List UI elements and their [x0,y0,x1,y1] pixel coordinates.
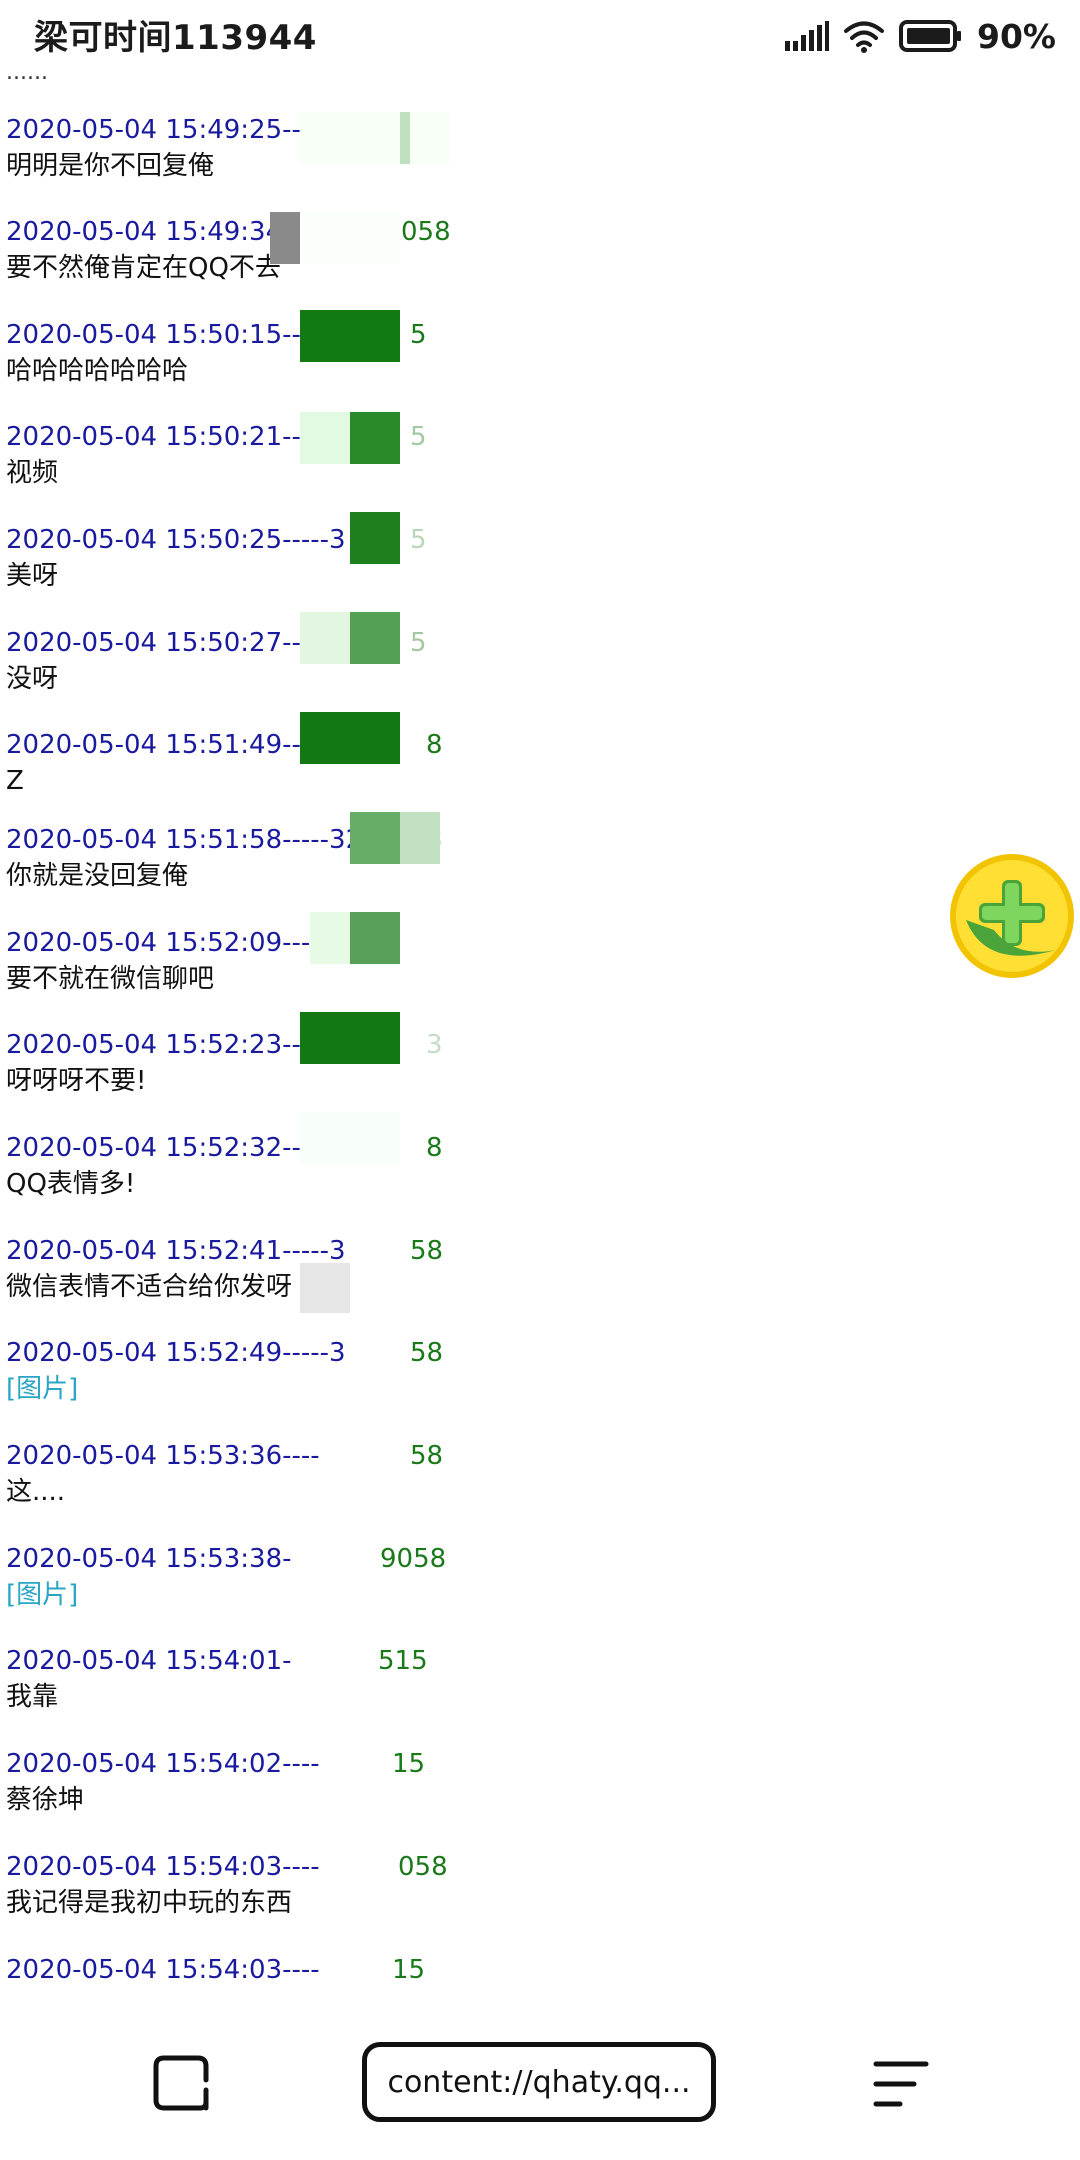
message-item: 2020-05-04 15:52:41-----3 58 微信表情不适合给你发呀 [6,1234,446,1306]
redaction-mosaic [300,212,400,264]
picture-link[interactable]: [图片] [6,1370,446,1408]
tabs-icon [150,2052,212,2114]
message-qq: 15 [392,1747,425,1781]
message-meta: 2020-05-04 15:54:03---- 15 [6,1953,446,1987]
message-qq: 515 [378,1644,428,1678]
message-qq: 15 [392,1953,425,1987]
message-time: 2020-05-04 15:50:25-----3 [6,525,346,555]
redaction-mosaic [350,612,400,664]
redaction-mosaic [350,512,400,564]
redaction-mosaic [300,412,350,464]
redaction-mosaic [300,112,450,164]
redaction-mosaic [270,212,300,264]
message-time: 2020-05-04 15:50:21-----3 [6,422,346,452]
bottom-toolbar: content://qhaty.qq... [0,2002,1080,2160]
message-time: 2020-05-04 15:54:02---- [6,1749,320,1779]
message-time: 2020-05-04 15:49:25--- [6,115,310,145]
message-time: 2020-05-04 15:54:03---- [6,1852,320,1882]
status-bar: 梁可时间113944 90% [0,0,1080,74]
message-item: 2020-05-04 15:53:38- 9058 [图片] [6,1542,446,1614]
message-item: 2020-05-04 15:54:02---- 15 蔡徐坤 [6,1747,446,1819]
message-time: 2020-05-04 15:54:03---- [6,1955,320,1985]
message-text: 这.... [6,1473,446,1511]
message-meta: 2020-05-04 15:53:38- 9058 [6,1542,446,1576]
message-text: QQ表情多! [6,1165,446,1203]
message-qq: 58 [410,1439,443,1473]
message-qq: 58 [410,1234,443,1268]
message-text: ...... [6,1987,446,2002]
menu-button[interactable] [872,2058,932,2110]
message-item: 2020-05-04 15:54:03---- 058 我记得是我初中玩的东西 [6,1850,446,1922]
message-text: 微信表情不适合给你发呀 [6,1268,446,1306]
message-qq: 9058 [380,1542,446,1576]
redaction-mosaic [300,1012,400,1064]
message-time: 2020-05-04 15:53:38- [6,1544,292,1574]
message-item: 2020-05-04 15:54:01- 515 我靠 [6,1644,446,1716]
redaction-mosaic [300,310,400,362]
message-time: 2020-05-04 15:52:09-----37 [6,928,362,958]
message-time: 2020-05-04 15:50:27-----3 [6,628,346,658]
message-time: 2020-05-04 15:52:41-----3 [6,1236,346,1266]
battery-percent: 90% [977,17,1056,56]
message-qq: 058 [401,215,451,249]
message-time: 2020-05-04 15:50:15---- [6,320,320,350]
message-qq: 8 [426,728,443,762]
redaction-mosaic [300,1112,400,1164]
message-time: 2020-05-04 15:51:58-----32 [6,825,362,855]
message-item: 2020-05-04 15:54:03---- 15 ...... [6,1953,446,2002]
message-qq: 5 [410,523,427,557]
message-text: 我记得是我初中玩的东西 [6,1884,446,1922]
message-time: 2020-05-04 15:52:49-----3 [6,1338,346,1368]
redaction-mosaic [300,1263,350,1313]
tabs-button[interactable] [150,2052,212,2114]
redaction-mosaic [350,412,400,464]
message-text: 我靠 [6,1678,446,1716]
message-item: 2020-05-04 15:52:49-----3 58 [图片] [6,1336,446,1408]
redaction-mosaic [300,712,400,764]
message-time: 2020-05-04 15:53:36---- [6,1441,320,1471]
message-time: 2020-05-04 15:49:34--- [6,217,310,247]
message-meta: 2020-05-04 15:53:36---- 58 [6,1439,446,1473]
chat-log[interactable]: ...... 2020-05-04 15:49:25---058 明明是你不回复… [0,60,1080,2002]
message-meta: 2020-05-04 15:52:41-----3 58 [6,1234,446,1268]
message-text: 没呀 [6,660,446,698]
redaction-mosaic [350,912,400,964]
message-text: Z [6,762,446,800]
message-time: 2020-05-04 15:54:01- [6,1646,292,1676]
floating-assistant-button[interactable] [946,850,1078,982]
message-qq: 058 [398,1850,448,1884]
message-qq: 5 [410,626,427,660]
message-item: 2020-05-04 15:53:36---- 58 这.... [6,1439,446,1511]
menu-icon [872,2058,932,2110]
message-qq: 58 [410,1336,443,1370]
message-time: 2020-05-04 15:51:49-----3 [6,730,346,760]
signal-icon [785,21,829,51]
redaction-mosaic [400,112,410,164]
url-bar[interactable]: content://qhaty.qq... [362,2042,716,2122]
message-text: 呀呀呀不要! [6,1062,446,1100]
plus-circle-icon [946,850,1078,982]
status-icons: 90% [785,14,1056,58]
message-qq: 3 [426,1028,443,1062]
wifi-icon [843,19,885,53]
message-qq: 8 [426,1131,443,1165]
message-meta: 2020-05-04 15:54:02---- 15 [6,1747,446,1781]
redaction-mosaic [300,612,350,664]
message-qq: 5 [410,420,427,454]
battery-icon [899,20,963,52]
redaction-mosaic [350,812,400,864]
status-title: 梁可时间113944 [34,10,317,59]
redaction-mosaic [400,812,440,864]
message-meta: 2020-05-04 15:54:01- 515 [6,1644,446,1678]
message-meta: 2020-05-04 15:52:49-----3 58 [6,1336,446,1370]
message-meta: 2020-05-04 15:54:03---- 058 [6,1850,446,1884]
message-text: 要不就在微信聊吧 [6,960,446,998]
redaction-mosaic [310,912,350,964]
message-time: 2020-05-04 15:52:32-----3 [6,1133,346,1163]
picture-link[interactable]: [图片] [6,1576,446,1614]
message-qq: 5 [410,318,427,352]
message-text: 蔡徐坤 [6,1781,446,1819]
